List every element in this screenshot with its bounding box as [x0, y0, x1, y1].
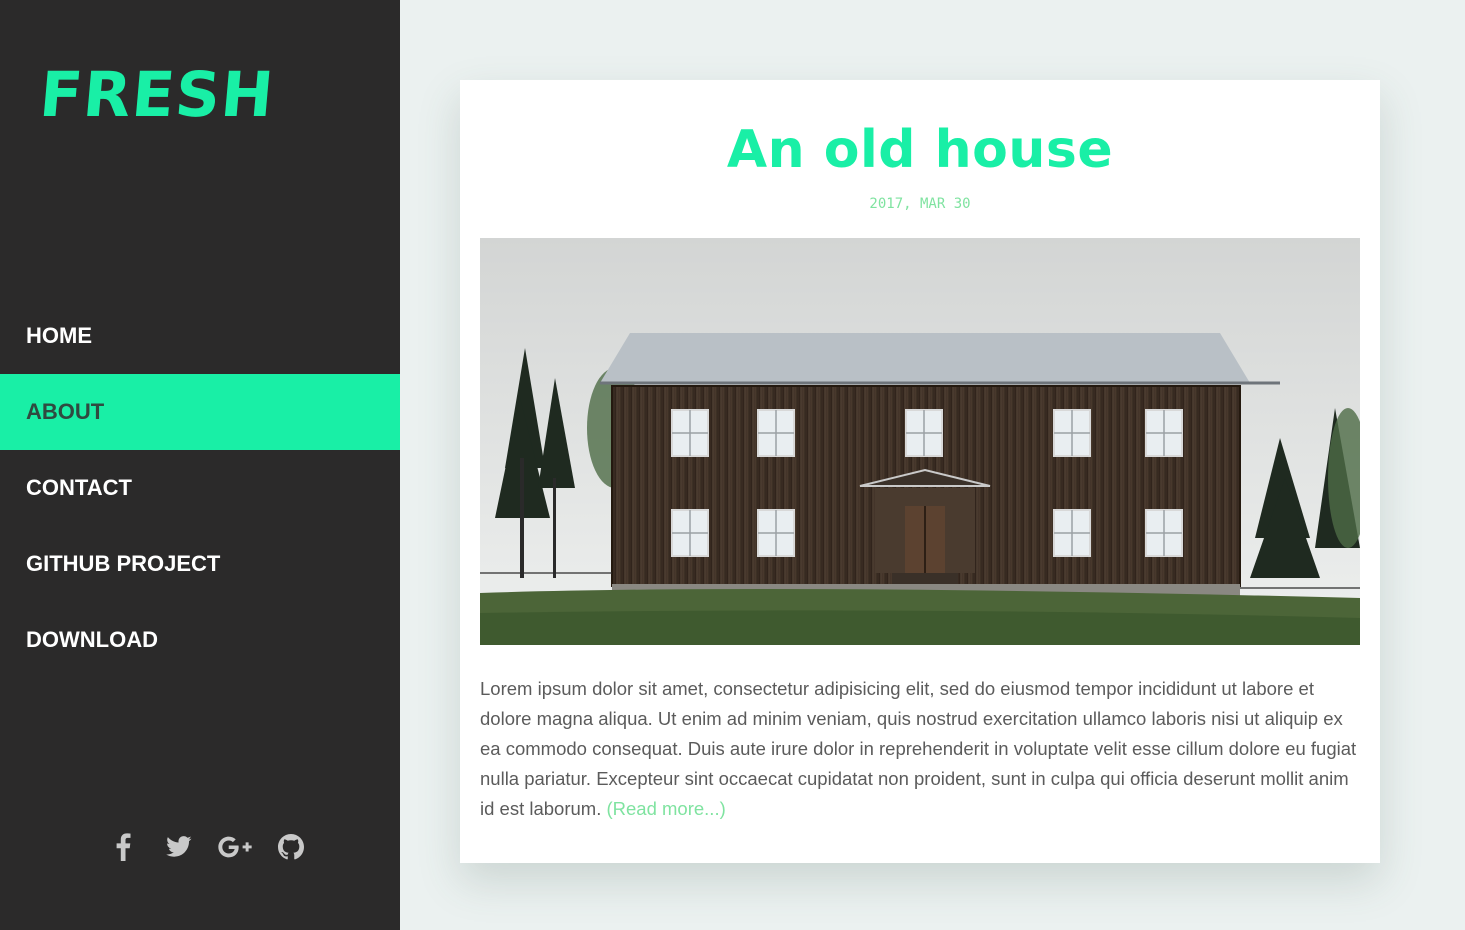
nav-item-home[interactable]: HOME: [0, 298, 400, 374]
main-nav: HOME ABOUT CONTACT GITHUB PROJECT DOWNLO…: [0, 298, 400, 678]
github-icon[interactable]: [274, 830, 308, 864]
read-more-link[interactable]: (Read more...): [606, 798, 725, 819]
house-photo: [480, 238, 1360, 645]
google-plus-icon[interactable]: [218, 830, 252, 864]
nav-item-github-project[interactable]: GITHUB PROJECT: [0, 526, 400, 602]
nav-item-about[interactable]: ABOUT: [0, 374, 400, 450]
site-logo[interactable]: FRESH: [37, 58, 277, 131]
social-links: [106, 830, 308, 864]
post-excerpt: Lorem ipsum dolor sit amet, consectetur …: [480, 674, 1362, 824]
post-card: An old house 2017, MAR 30 Lorem ipsum do…: [460, 80, 1380, 863]
sidebar: FRESH HOME ABOUT CONTACT GITHUB PROJECT …: [0, 0, 400, 930]
post-image[interactable]: [480, 238, 1360, 645]
post-date: 2017, MAR 30: [869, 196, 971, 212]
twitter-icon[interactable]: [162, 830, 196, 864]
nav-item-download[interactable]: DOWNLOAD: [0, 602, 400, 678]
post-title[interactable]: An old house: [460, 120, 1380, 180]
facebook-icon[interactable]: [106, 830, 140, 864]
nav-item-contact[interactable]: CONTACT: [0, 450, 400, 526]
